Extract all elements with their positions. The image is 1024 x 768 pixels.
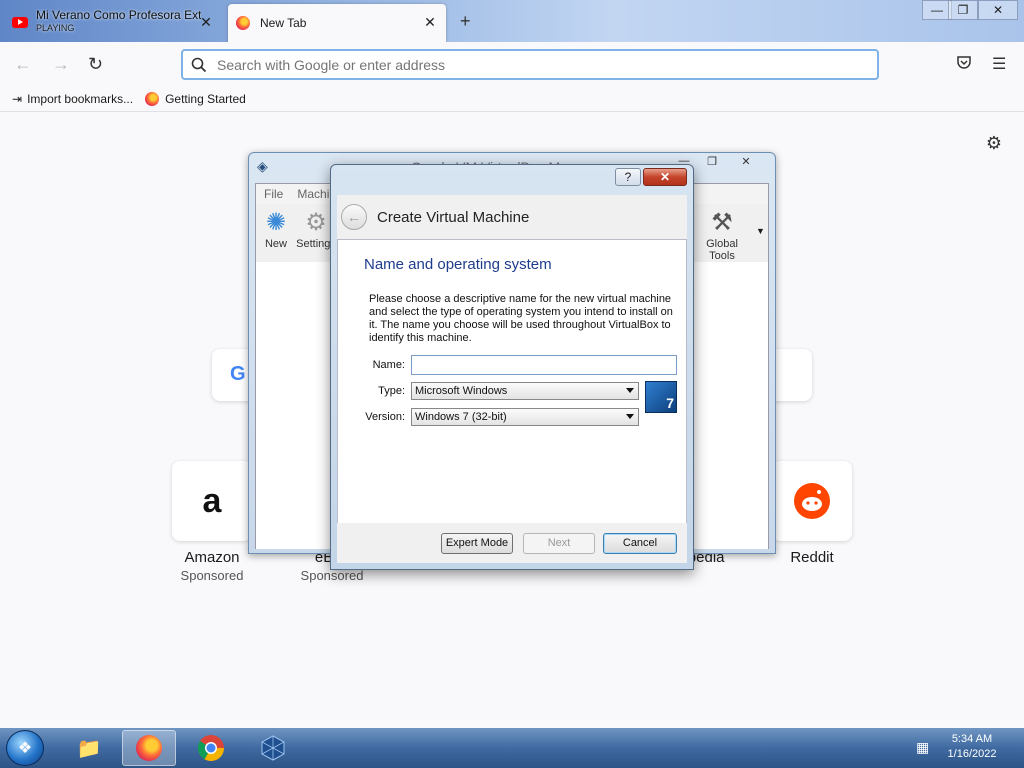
gear-icon[interactable]: ⚙: [986, 133, 1002, 154]
top-site-reddit[interactable]: Reddit: [772, 461, 852, 566]
global-tools-icon: ⚒: [711, 209, 733, 236]
firefox-icon: [236, 16, 250, 30]
expert-mode-button[interactable]: Expert Mode: [441, 533, 513, 554]
sponsored-label: Sponsored: [300, 568, 364, 583]
close-tab-icon[interactable]: ✕: [422, 14, 438, 31]
menu-icon[interactable]: ☰: [992, 54, 1006, 74]
restore-button[interactable]: ❐: [699, 155, 725, 168]
tab-youtube[interactable]: Mi Verano Como Profesora Extr PLAYING ✕: [4, 4, 222, 40]
url-input[interactable]: [217, 56, 817, 73]
forward-arrow-icon[interactable]: →: [52, 54, 70, 75]
virtualbox-icon[interactable]: [246, 730, 300, 766]
pocket-icon[interactable]: [956, 54, 972, 75]
create-vm-dialog: ? ✕ ← Create Virtual Machine Name and op…: [330, 164, 694, 570]
restore-button[interactable]: ❐: [948, 0, 978, 20]
section-title: Name and operating system: [364, 256, 552, 273]
vm-name-input[interactable]: [411, 355, 677, 375]
back-arrow-icon[interactable]: ←: [14, 54, 32, 75]
help-button[interactable]: ?: [615, 168, 641, 186]
site-name: Reddit: [790, 549, 834, 566]
bookmark-getting-started[interactable]: Getting Started: [145, 91, 246, 106]
os-type-select[interactable]: Microsoft Windows: [411, 382, 639, 400]
dialog-button-bar: Expert Mode Next Cancel: [337, 523, 687, 563]
system-clock[interactable]: 5:34 AM 1/16/2022: [944, 732, 1000, 762]
taskbar: ❖ 📁 ▦ 5:34 AM 1/16/2022: [0, 728, 1024, 768]
top-site-amazon[interactable]: a Amazon Sponsored: [172, 461, 252, 583]
explorer-icon[interactable]: 📁: [62, 730, 116, 766]
clock-time: 5:34 AM: [951, 733, 993, 745]
amazon-icon: a: [202, 481, 222, 520]
chevron-down-icon: [626, 414, 634, 419]
clock-date: 1/16/2022: [947, 748, 997, 760]
close-dialog-button[interactable]: ✕: [643, 168, 687, 186]
menu-file[interactable]: File: [264, 187, 283, 201]
next-button[interactable]: Next: [523, 533, 595, 554]
version-label: Version:: [365, 411, 405, 423]
site-name: Amazon: [184, 549, 240, 566]
chrome-icon[interactable]: [184, 730, 238, 766]
browser-titlebar: Mi Verano Como Profesora Extr PLAYING ✕ …: [0, 0, 1024, 42]
firefox-icon[interactable]: [122, 730, 176, 766]
description-text: Please choose a descriptive name for the…: [369, 293, 673, 344]
tab-title: Mi Verano Como Profesora Extr: [36, 9, 201, 22]
navigation-toolbar: ← → ↻ ☰: [0, 42, 1024, 86]
tab-playing-label: PLAYING: [36, 23, 75, 33]
chevron-down-icon[interactable]: ▼: [756, 226, 765, 236]
close-window-button[interactable]: ✕: [978, 0, 1018, 20]
chevron-down-icon: [626, 388, 634, 393]
search-icon: [191, 57, 207, 72]
import-icon: ⇥: [12, 91, 23, 106]
dialog-header: ← Create Virtual Machine: [337, 195, 687, 239]
dialog-page: Name and operating system Please choose …: [337, 239, 687, 525]
google-icon: G: [230, 363, 246, 385]
bookmark-import[interactable]: ⇥ Import bookmarks...: [12, 92, 133, 106]
os-version-select[interactable]: Windows 7 (32-bit): [411, 408, 639, 426]
firefox-icon: [145, 91, 160, 106]
new-tab-button[interactable]: +: [460, 11, 471, 32]
new-vm-button[interactable]: ✺ New: [256, 208, 296, 250]
url-bar[interactable]: [181, 49, 879, 80]
back-arrow-icon[interactable]: ←: [341, 204, 367, 230]
tab-title: New Tab: [260, 16, 307, 30]
reload-icon[interactable]: ↻: [88, 54, 103, 75]
close-window-button[interactable]: ✕: [733, 155, 759, 168]
sponsored-label: Sponsored: [180, 568, 244, 583]
tab-new-tab[interactable]: New Tab ✕: [228, 4, 446, 42]
type-label: Type:: [378, 385, 405, 397]
name-label: Name:: [372, 359, 405, 371]
youtube-icon: [12, 16, 28, 28]
close-tab-icon[interactable]: ✕: [198, 14, 214, 31]
cancel-button[interactable]: Cancel: [603, 533, 677, 554]
new-vm-icon: ✺: [265, 209, 287, 236]
windows7-icon: 7: [645, 381, 677, 413]
reddit-icon: [794, 483, 830, 519]
network-icon[interactable]: ▦: [916, 739, 929, 756]
bookmarks-toolbar: ⇥ Import bookmarks... Getting Started: [0, 86, 1024, 112]
start-button[interactable]: ❖: [6, 730, 44, 766]
virtualbox-icon: ◈: [257, 158, 268, 174]
dialog-title: Create Virtual Machine: [377, 208, 530, 226]
global-tools-button[interactable]: ⚒ Global Tools: [692, 208, 752, 262]
